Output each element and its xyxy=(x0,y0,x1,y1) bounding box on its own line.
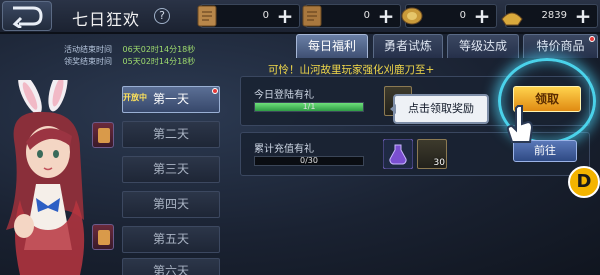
progress-text: 0/30 xyxy=(300,156,318,165)
day-label: 第四天 xyxy=(152,197,189,211)
tab-daily-welfare[interactable]: 每日福利 xyxy=(296,34,368,58)
tab-label: 等级达成 xyxy=(458,39,507,53)
event-end-time: 活动结束时间 06天02时14分18秒 xyxy=(64,44,195,55)
day-tab-1[interactable]: 开放中 第一天 xyxy=(122,86,220,113)
side-menu-badge[interactable]: D xyxy=(568,166,600,198)
day-label: 第一天 xyxy=(152,92,189,106)
event-end-value: 06天02时14分18秒 xyxy=(122,45,196,54)
resource-slot-3: 0 + xyxy=(401,4,497,28)
reward-item-scroll[interactable]: 30 xyxy=(417,139,447,169)
back-button[interactable] xyxy=(2,1,52,31)
help-button[interactable]: ? xyxy=(154,8,170,24)
task-progress-bar: 0/30 xyxy=(254,156,364,166)
page-title: 七日狂欢 xyxy=(72,10,141,29)
reward-chest-icon[interactable] xyxy=(92,122,114,148)
tab-label: 特价商品 xyxy=(536,39,585,53)
add-resource-button[interactable]: + xyxy=(275,6,295,27)
pointing-hand-icon xyxy=(506,105,534,143)
resource-value: 0 xyxy=(262,10,269,21)
resource-slot-2: 0 + xyxy=(302,4,401,28)
tutorial-tooltip: 点击领取奖励 xyxy=(390,94,489,124)
add-resource-button[interactable]: + xyxy=(472,6,492,27)
tab-level-reach[interactable]: 等级达成 xyxy=(447,34,519,58)
announcement-marquee: 可怜！山河故里玩家强化刈鹿刀至+ xyxy=(268,64,435,76)
task-title: 今日登陆有礼 xyxy=(254,90,314,101)
day-label: 第六天 xyxy=(152,264,189,275)
add-resource-button[interactable]: + xyxy=(573,6,593,27)
tab-special-items[interactable]: 特价商品 xyxy=(523,34,598,58)
add-resource-button[interactable]: + xyxy=(376,6,396,27)
claim-end-time: 领奖结束时间 05天02时14分18秒 xyxy=(64,56,195,67)
day-tab-2[interactable]: 第二天 xyxy=(122,121,220,148)
claim-end-value: 05天02时14分18秒 xyxy=(122,57,196,66)
resource-value: 0 xyxy=(363,10,370,21)
notification-dot xyxy=(212,88,218,94)
resource-value: 2839 xyxy=(541,10,567,21)
game-screen: 七日狂欢 ? 0 + 0 + 0 + 2839 + 活动结束时间 06天02时1… xyxy=(0,0,600,275)
resource-value: 0 xyxy=(459,10,466,21)
progress-text: 1/1 xyxy=(302,102,316,111)
tab-label: 勇者试炼 xyxy=(383,39,432,53)
day-tab-6[interactable]: 第六天 xyxy=(122,258,220,275)
tab-label: 每日福利 xyxy=(307,39,356,53)
day-label: 第二天 xyxy=(152,127,189,141)
task-progress-bar: 1/1 xyxy=(254,102,364,112)
event-end-label: 活动结束时间 xyxy=(64,45,112,54)
tab-hero-trial[interactable]: 勇者试炼 xyxy=(373,34,443,58)
resource-slot-4: 2839 + xyxy=(501,4,598,28)
reward-book-icon[interactable] xyxy=(92,224,114,250)
top-bar: 七日狂欢 ? 0 + 0 + 0 + 2839 + xyxy=(0,0,600,34)
notification-dot xyxy=(589,36,595,42)
day-tab-5[interactable]: 第五天 xyxy=(122,226,220,253)
day-label: 第五天 xyxy=(152,232,189,246)
task-title: 累计充值有礼 xyxy=(254,144,314,155)
back-arrow-icon xyxy=(12,6,43,28)
potion-icon[interactable] xyxy=(383,139,413,169)
day-tab-4[interactable]: 第四天 xyxy=(122,191,220,218)
claim-end-label: 领奖结束时间 xyxy=(64,57,112,66)
open-tag: 开放中 xyxy=(123,93,147,102)
resource-slot-1: 0 + xyxy=(197,4,300,28)
item-count: 30 xyxy=(433,158,445,168)
day-label: 第三天 xyxy=(152,162,189,176)
day-tab-3[interactable]: 第三天 xyxy=(122,156,220,183)
scroll-icon xyxy=(197,5,217,27)
